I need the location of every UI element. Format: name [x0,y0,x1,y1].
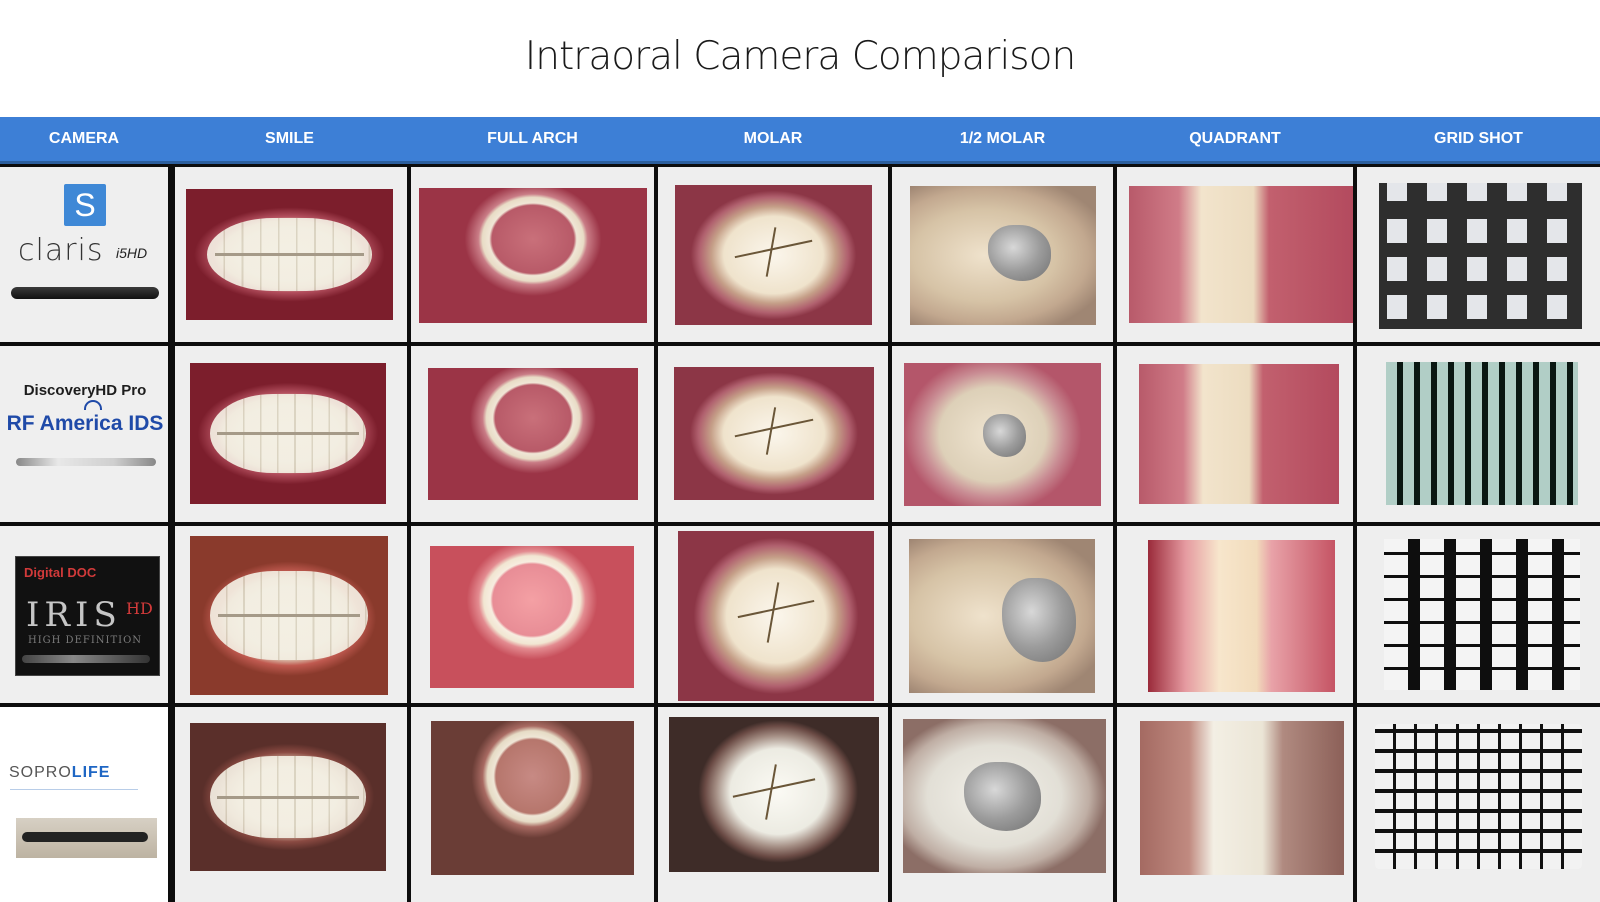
full-arch-photo [430,546,634,688]
photo-cell-molar [658,167,888,342]
photo-cell-grid-shot [1357,167,1600,342]
smile-photo [190,723,386,871]
photo-cell-full-arch [411,707,654,902]
photo-cell-grid-shot [1357,346,1600,522]
logo-divider [10,789,138,790]
smile-photo [190,536,388,695]
smile-photo [186,189,393,320]
iris-logo: Digital DOC IRIS HD HIGH DEFINITION [15,556,160,676]
half-molar-photo [910,186,1096,325]
molar-photo [674,367,874,500]
claris-name: claris [18,233,104,268]
life-text: LIFE [71,764,111,781]
quadrant-photo [1129,186,1353,323]
iris-name: IRIS [26,595,122,635]
photo-cell-half-molar [892,346,1113,522]
photo-cell-smile [175,707,407,902]
photo-cell-full-arch [411,346,654,522]
photo-cell-quadrant [1117,167,1353,342]
column-header-half-molar: 1/2 MOLAR [959,130,1046,147]
grid-shot-photo [1375,724,1582,869]
photo-cell-smile [175,346,407,522]
photo-cell-smile [175,167,407,342]
full-arch-photo [428,368,638,500]
photo-cell-molar [658,346,888,522]
smile-photo [190,363,386,504]
photo-cell-grid-shot [1357,526,1600,703]
photo-cell-molar [658,526,888,703]
column-header-smile: SMILE [265,130,314,147]
iris-hd-label: HD [126,599,153,618]
photo-cell-quadrant [1117,526,1353,703]
photo-cell-quadrant [1117,707,1353,902]
photo-cell-full-arch [411,167,654,342]
camera-cell-claris: S claris i5HD [0,167,168,342]
table-header: CAMERA SMILE FULL ARCH MOLAR 1/2 MOLAR Q… [0,117,1600,164]
discovery-name: DiscoveryHD Pro [23,382,147,399]
camera-wand-icon [16,458,156,466]
half-molar-photo [904,363,1101,506]
half-molar-photo [909,539,1095,693]
full-arch-photo [431,721,634,875]
camera-cell-soprolife: SOPROLIFE [0,707,168,902]
photo-cell-grid-shot [1357,707,1600,902]
half-molar-photo [903,719,1106,873]
sopro-text: SOPRO [9,764,72,781]
rf-america-brand: RF America IDS [6,412,164,435]
column-header-molar: MOLAR [743,130,803,147]
full-arch-photo [419,188,647,323]
grid-shot-photo [1379,183,1582,329]
photo-cell-smile [175,526,407,703]
column-header-quadrant: QUADRANT [1189,130,1281,147]
camera-wand-icon [22,655,150,663]
molar-photo [678,531,874,701]
quadrant-photo [1140,721,1344,875]
claris-logo-icon: S [64,184,106,226]
photo-cell-molar [658,707,888,902]
wifi-icon [84,400,102,410]
column-header-grid-shot: GRID SHOT [1434,130,1523,147]
column-header-full-arch: FULL ARCH [487,130,578,147]
photo-cell-quadrant [1117,346,1353,522]
photo-cell-full-arch [411,526,654,703]
grid-shot-photo [1386,362,1578,505]
page-title: Intraoral Camera Comparison [524,34,1076,79]
grid-shot-photo [1384,539,1580,690]
quadrant-photo [1139,364,1339,504]
molar-photo [669,717,879,872]
camera-wand-icon [16,818,157,858]
photo-cell-half-molar [892,167,1113,342]
digital-doc-brand: Digital DOC [24,565,97,580]
comparison-grid: S claris i5HD DiscoveryHD Pro RF America… [0,164,1600,902]
molar-photo [675,185,872,325]
quadrant-photo [1148,540,1335,692]
camera-cell-iris: Digital DOC IRIS HD HIGH DEFINITION [0,526,168,703]
camera-cell-discovery: DiscoveryHD Pro RF America IDS [0,346,168,522]
claris-model: i5HD [116,245,148,261]
camera-wand-icon [11,287,159,299]
photo-cell-half-molar [892,707,1113,902]
iris-subtitle: HIGH DEFINITION [28,635,143,646]
column-header-camera: CAMERA [48,130,120,147]
soprolife-logo: SOPROLIFE [9,764,110,782]
photo-cell-half-molar [892,526,1113,703]
